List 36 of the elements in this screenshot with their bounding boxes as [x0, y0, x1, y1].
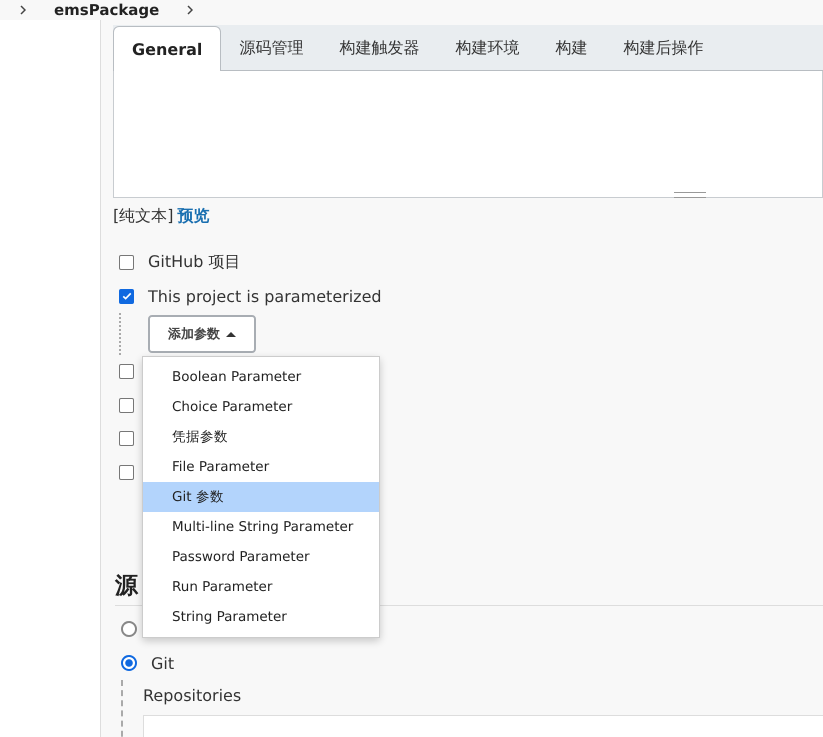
- menu-item[interactable]: Git 参数: [143, 482, 379, 512]
- tab[interactable]: 构建后操作: [605, 26, 722, 70]
- menu-item[interactable]: 凭据参数: [143, 422, 379, 452]
- description-field[interactable]: [113, 71, 823, 198]
- caret-icon: [226, 331, 236, 337]
- tab[interactable]: 源码管理: [221, 26, 322, 70]
- menu-item[interactable]: Run Parameter: [143, 572, 379, 602]
- resize-handle-icon[interactable]: [674, 192, 706, 198]
- tab[interactable]: 构建触发器: [321, 26, 438, 70]
- chevron-icon: [20, 5, 26, 15]
- tab[interactable]: 构建环境: [437, 26, 538, 70]
- checkmark-icon: [120, 290, 132, 302]
- checkbox[interactable]: [119, 254, 134, 270]
- breadcrumb-item[interactable]: emsPackage: [54, 1, 160, 19]
- menu-item[interactable]: Boolean Parameter: [143, 362, 379, 392]
- menu-item[interactable]: Choice Parameter: [143, 392, 379, 422]
- preview-link[interactable]: 预览: [177, 206, 210, 227]
- format-label: [纯文本]: [113, 206, 174, 227]
- tab[interactable]: 构建: [537, 26, 606, 70]
- checkbox[interactable]: [119, 431, 134, 446]
- radio-button[interactable]: [121, 655, 137, 671]
- checkbox[interactable]: [119, 364, 134, 380]
- radio-button[interactable]: [121, 621, 137, 637]
- add-parameter-button[interactable]: 添加参数: [148, 315, 256, 353]
- checkbox[interactable]: [119, 398, 134, 413]
- repositories-label: Repositories: [143, 686, 242, 705]
- checkbox[interactable]: [119, 288, 134, 304]
- checkbox-label: This project is parameterized: [148, 286, 382, 306]
- checkbox-label: GitHub 项目: [148, 252, 241, 272]
- menu-item[interactable]: Multi-line String Parameter: [143, 512, 379, 542]
- checkbox[interactable]: [119, 464, 134, 480]
- radio-label: Git: [151, 654, 174, 672]
- tab[interactable]: General: [113, 26, 222, 71]
- menu-item[interactable]: Password Parameter: [143, 542, 379, 572]
- menu-item[interactable]: File Parameter: [143, 452, 379, 482]
- chevron-icon: [187, 5, 194, 15]
